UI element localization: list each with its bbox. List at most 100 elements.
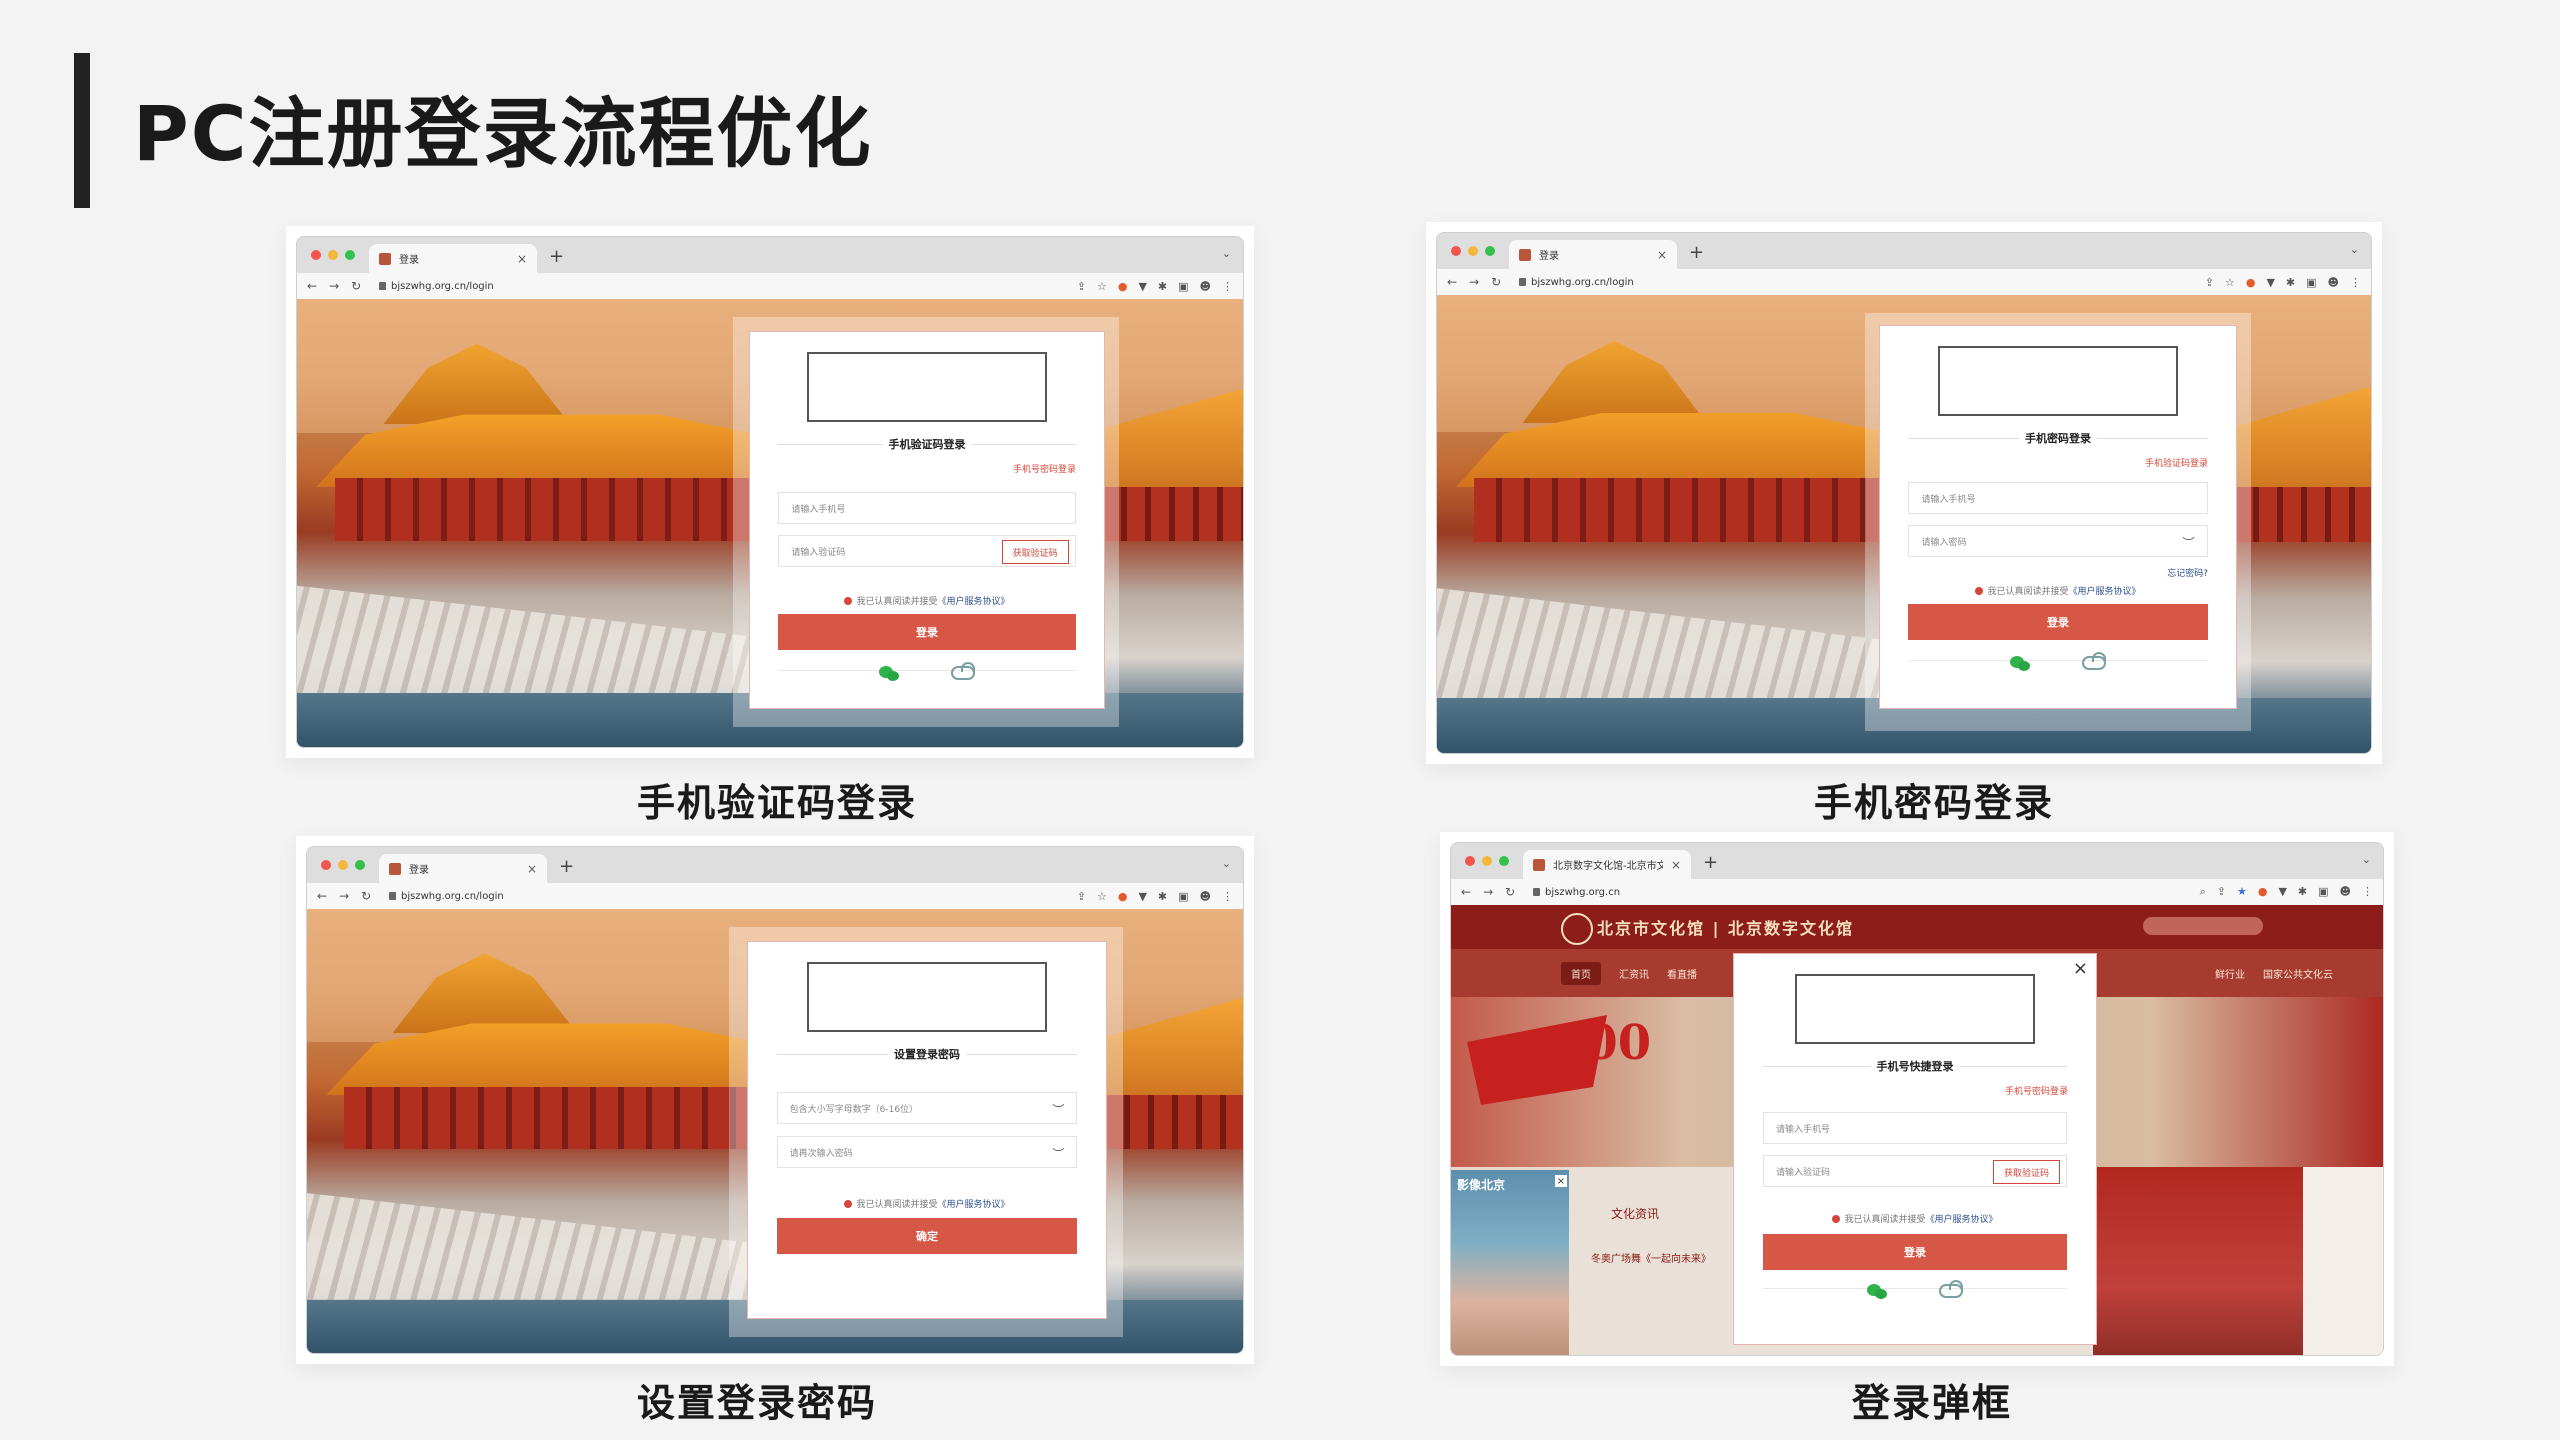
sidebar-icon[interactable]: ▣ (2318, 885, 2328, 899)
agreement-link[interactable]: 《用户服务协议》 (2069, 587, 2141, 597)
login-button[interactable]: 登录 (778, 614, 1076, 650)
back-icon[interactable]: ← (1447, 275, 1457, 289)
nav-live[interactable]: 看直播 (1667, 966, 1697, 981)
phone-input[interactable]: 请输入手机号 (1762, 1112, 2068, 1144)
agree-checkbox-icon[interactable] (844, 597, 853, 605)
agreement-link[interactable]: 《用户服务协议》 (1926, 1215, 1998, 1225)
reload-icon[interactable]: ↻ (1505, 885, 1515, 899)
extension-icon[interactable]: ● (1118, 280, 1128, 293)
filter-icon[interactable]: ▼ (1138, 890, 1146, 903)
switch-login-link[interactable]: 手机验证码登录 (2145, 456, 2208, 469)
profile-icon[interactable]: ☻ (2340, 885, 2351, 899)
agreement-row[interactable]: 我已认真阅读并接受《用户服务协议》 (1880, 584, 2236, 597)
url-field[interactable]: bjszwhg.org.cn/login (1519, 277, 1634, 288)
agreement-link[interactable]: 《用户服务协议》 (938, 597, 1010, 607)
side-ad[interactable]: 影像北京 (1451, 1170, 1569, 1355)
back-icon[interactable]: ← (1461, 885, 1471, 899)
chevron-down-icon[interactable]: ⌄ (2362, 853, 2371, 866)
wechat-icon[interactable] (2010, 656, 2032, 672)
reload-icon[interactable]: ↻ (1491, 275, 1501, 289)
login-button[interactable]: 登录 (1908, 604, 2208, 640)
agreement-row[interactable]: 我已认真阅读并接受《用户服务协议》 (1734, 1212, 2096, 1225)
profile-icon[interactable]: ☻ (2328, 276, 2339, 289)
chevron-down-icon[interactable]: ⌄ (2350, 243, 2359, 256)
eye-closed-icon[interactable]: ︶ (2183, 534, 2195, 551)
browser-tab[interactable]: 登录 × (369, 244, 537, 273)
close-popup-icon[interactable]: × (2073, 958, 2088, 979)
forgot-password-link[interactable]: 忘记密码? (2167, 566, 2208, 579)
filter-icon[interactable]: ▼ (2266, 276, 2274, 289)
close-tab-icon[interactable]: × (1657, 248, 1667, 262)
window-controls[interactable] (311, 250, 355, 260)
star-icon[interactable]: ☆ (2225, 276, 2235, 289)
agree-checkbox-icon[interactable] (1832, 1215, 1841, 1223)
extension-icon[interactable]: ● (1118, 890, 1128, 903)
confirm-password-input[interactable]: 请再次输入密码 ︶ (776, 1136, 1078, 1168)
forward-icon[interactable]: → (1483, 885, 1493, 899)
agreement-row[interactable]: 我已认真阅读并接受《用户服务协议》 (748, 1197, 1106, 1210)
switch-login-link[interactable]: 手机号密码登录 (2005, 1084, 2068, 1097)
profile-icon[interactable]: ☻ (1200, 890, 1211, 903)
puzzle-icon[interactable]: ✱ (1158, 280, 1167, 293)
share-icon[interactable]: ⇪ (1077, 280, 1086, 293)
agree-checkbox-icon[interactable] (1975, 587, 1984, 595)
nav-industry[interactable]: 鲜行业 (2215, 966, 2245, 981)
news-item[interactable]: 冬奥广场舞《一起向未来》 (1591, 1250, 1711, 1265)
agreement-row[interactable]: 我已认真阅读并接受《用户服务协议》 (750, 594, 1104, 607)
nav-news[interactable]: 汇资讯 (1619, 966, 1649, 981)
window-controls[interactable] (1465, 856, 1509, 866)
filter-icon[interactable]: ▼ (2278, 885, 2286, 899)
extension-icon[interactable]: ● (2258, 885, 2268, 899)
section-title[interactable]: 文化资讯 (1611, 1205, 1659, 1222)
menu-icon[interactable]: ⋮ (1222, 890, 1233, 903)
password-input[interactable]: 请输入密码 ︶ (1908, 525, 2208, 557)
phone-input[interactable]: 请输入手机号 (778, 492, 1076, 524)
new-password-input[interactable]: 包含大小写字母数字（6-16位） ︶ (776, 1092, 1078, 1124)
close-tab-icon[interactable]: × (1671, 858, 1681, 872)
get-code-button[interactable]: 获取验证码 (1993, 1160, 2061, 1184)
agree-checkbox-icon[interactable] (844, 1200, 853, 1208)
switch-login-link[interactable]: 手机号密码登录 (1013, 462, 1076, 475)
reload-icon[interactable]: ↻ (351, 279, 361, 293)
star-icon[interactable]: ★ (2237, 885, 2247, 899)
back-icon[interactable]: ← (307, 279, 317, 293)
browser-tab[interactable]: 登录 × (379, 854, 547, 883)
culture-cloud-icon[interactable] (1939, 1280, 1963, 1298)
star-icon[interactable]: ☆ (1097, 890, 1107, 903)
wechat-icon[interactable] (1867, 1284, 1889, 1300)
sidebar-icon[interactable]: ▣ (2306, 276, 2316, 289)
extension-icon[interactable]: ● (2246, 276, 2256, 289)
menu-icon[interactable]: ⋮ (1222, 280, 1233, 293)
browser-tab[interactable]: 北京数字文化馆-北京市文化馆 × (1523, 850, 1691, 879)
share-icon[interactable]: ⇪ (2205, 276, 2214, 289)
profile-icon[interactable]: ☻ (1200, 280, 1211, 293)
nav-culture-cloud[interactable]: 国家公共文化云 (2263, 966, 2333, 981)
site-search-input[interactable] (2143, 917, 2263, 935)
eye-closed-icon[interactable]: ︶ (1052, 1145, 1064, 1162)
puzzle-icon[interactable]: ✱ (1158, 890, 1167, 903)
culture-cloud-icon[interactable] (951, 662, 975, 680)
agreement-link[interactable]: 《用户服务协议》 (938, 1200, 1010, 1210)
eye-closed-icon[interactable]: ︶ (1052, 1101, 1064, 1118)
browser-tab[interactable]: 登录 × (1509, 240, 1677, 269)
phone-input[interactable]: 请输入手机号 (1908, 482, 2208, 514)
star-icon[interactable]: ☆ (1097, 280, 1107, 293)
url-field[interactable]: bjszwhg.org.cn (1533, 887, 1620, 898)
url-field[interactable]: bjszwhg.org.cn/login (389, 891, 504, 902)
close-ad-icon[interactable]: × (1555, 1175, 1567, 1187)
filter-icon[interactable]: ▼ (1138, 280, 1146, 293)
close-tab-icon[interactable]: × (527, 862, 537, 876)
get-code-button[interactable]: 获取验证码 (1001, 540, 1069, 564)
url-field[interactable]: bjszwhg.org.cn/login (379, 281, 494, 292)
sidebar-icon[interactable]: ▣ (1178, 890, 1188, 903)
wechat-icon[interactable] (879, 666, 901, 682)
forward-icon[interactable]: → (339, 889, 349, 903)
culture-cloud-icon[interactable] (2082, 652, 2106, 670)
code-input[interactable]: 请输入验证码 获取验证码 (1762, 1155, 2068, 1187)
login-button[interactable]: 登录 (1762, 1234, 2068, 1270)
new-tab-icon[interactable]: + (559, 856, 574, 877)
share-icon[interactable]: ⇪ (2217, 885, 2226, 899)
new-tab-icon[interactable]: + (549, 246, 564, 267)
forward-icon[interactable]: → (329, 279, 339, 293)
forward-icon[interactable]: → (1469, 275, 1479, 289)
